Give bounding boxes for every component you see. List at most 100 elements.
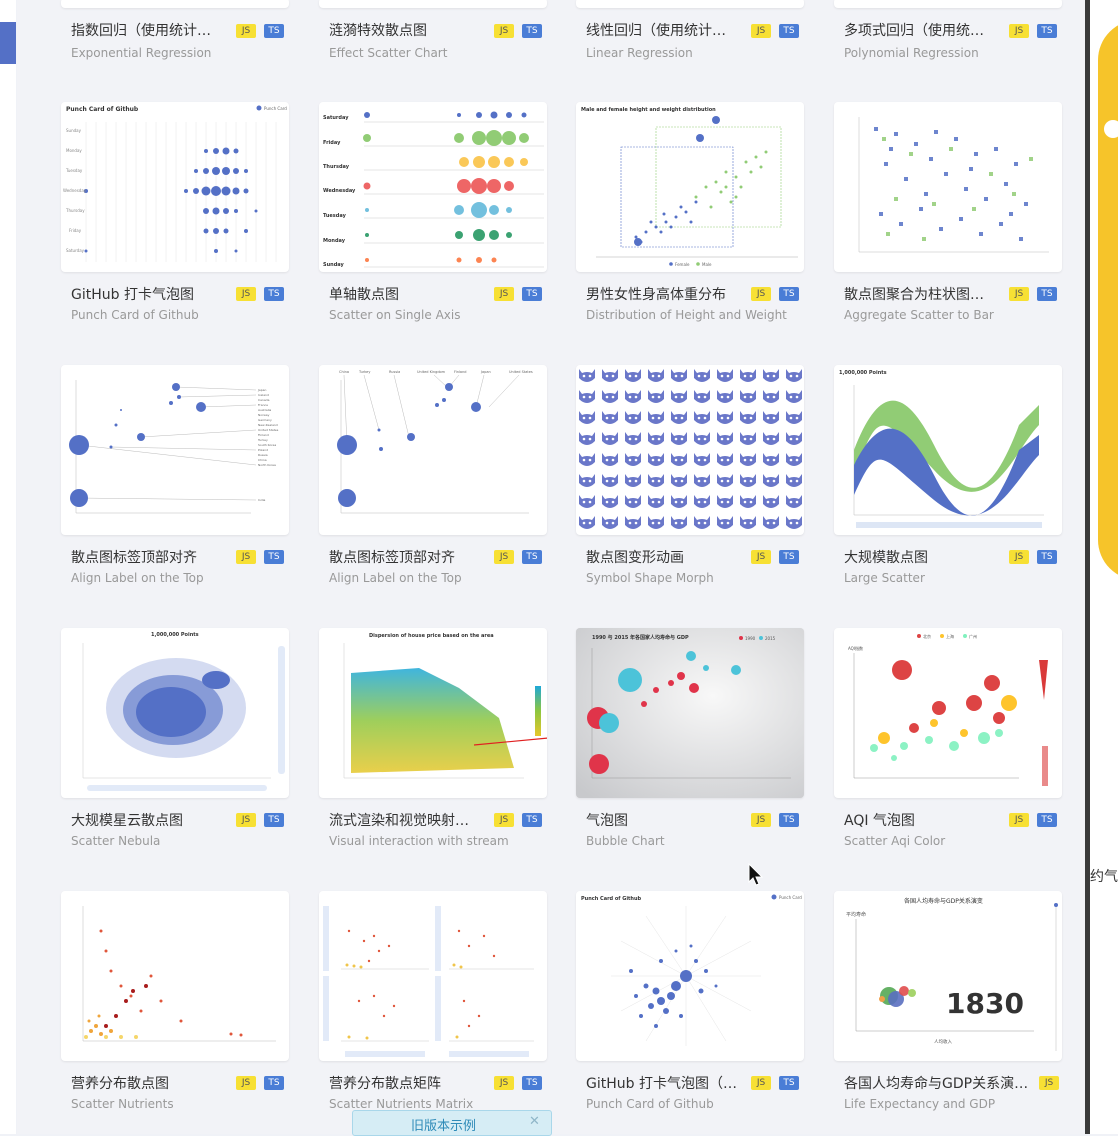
- old-version-label[interactable]: 旧版本示例: [411, 1115, 476, 1134]
- svg-text:Iceland: Iceland: [258, 393, 269, 397]
- js-badge[interactable]: JS: [1009, 813, 1029, 827]
- ts-badge[interactable]: TS: [264, 550, 284, 564]
- ts-badge[interactable]: TS: [264, 1076, 284, 1090]
- close-icon[interactable]: ✕: [529, 1114, 540, 1129]
- js-badge[interactable]: JS: [494, 287, 514, 301]
- example-title[interactable]: 线性回归（使用统计…: [586, 20, 746, 40]
- example-title[interactable]: 多项式回归（使用统…: [844, 20, 1004, 40]
- js-badge[interactable]: JS: [751, 813, 771, 827]
- ts-badge[interactable]: TS: [1037, 287, 1057, 301]
- example-subtitle: Punch Card of Github: [71, 308, 199, 322]
- nebula-thumbnail: 1,000,000 Points: [82, 632, 285, 791]
- ts-badge[interactable]: TS: [264, 813, 284, 827]
- example-thumbnail[interactable]: China Turkey Russia United Kingdom Finland Ja…: [319, 365, 547, 535]
- example-title[interactable]: 营养分布散点图: [71, 1073, 231, 1093]
- js-badge[interactable]: JS: [236, 1076, 256, 1090]
- example-subtitle: Linear Regression: [586, 46, 693, 60]
- js-badge[interactable]: JS: [236, 287, 256, 301]
- ts-badge[interactable]: TS: [264, 287, 284, 301]
- example-thumbnail[interactable]: [319, 891, 547, 1061]
- js-badge[interactable]: JS: [751, 287, 771, 301]
- svg-text:广州: 广州: [969, 633, 977, 639]
- thumb-title: Male and female height and weight distri…: [581, 107, 716, 113]
- example-title[interactable]: 气泡图: [586, 810, 746, 830]
- morph-symbol: [740, 390, 756, 403]
- js-badge[interactable]: JS: [751, 24, 771, 38]
- js-badge[interactable]: JS: [751, 550, 771, 564]
- example-thumbnail[interactable]: [319, 0, 547, 8]
- js-badge[interactable]: JS: [1009, 550, 1029, 564]
- ts-badge[interactable]: TS: [1037, 550, 1057, 564]
- svg-text:2015: 2015: [765, 636, 776, 641]
- example-thumbnail[interactable]: [834, 0, 1062, 8]
- example-title[interactable]: GitHub 打卡气泡图（…: [586, 1073, 746, 1093]
- js-badge[interactable]: JS: [1009, 287, 1029, 301]
- ts-badge[interactable]: TS: [522, 1076, 542, 1090]
- example-subtitle: Scatter Nutrients Matrix: [329, 1097, 474, 1111]
- example-title[interactable]: 散点图标签顶部对齐: [329, 547, 489, 567]
- example-title[interactable]: AQI 气泡图: [844, 810, 1004, 830]
- js-badge[interactable]: JS: [494, 813, 514, 827]
- example-title[interactable]: 涟漪特效散点图: [329, 20, 489, 40]
- ts-badge[interactable]: TS: [522, 24, 542, 38]
- example-title[interactable]: GitHub 打卡气泡图: [71, 284, 231, 304]
- example-thumbnail[interactable]: 1990 与 2015 年各国家人均寿命与 GDP 1990 2015: [576, 628, 804, 798]
- example-title[interactable]: 男性女性身高体重分布: [586, 284, 746, 304]
- ts-badge[interactable]: TS: [1037, 24, 1057, 38]
- example-title[interactable]: 散点图聚合为柱状图…: [844, 284, 1004, 304]
- example-thumbnail[interactable]: [834, 102, 1062, 272]
- example-thumbnail[interactable]: Japan Iceland Canada France Australia Norway G…: [61, 365, 289, 535]
- ts-badge[interactable]: TS: [1037, 813, 1057, 827]
- svg-text:North Korea: North Korea: [258, 463, 276, 467]
- example-title[interactable]: 营养分布散点矩阵: [329, 1073, 489, 1093]
- js-badge[interactable]: JS: [236, 550, 256, 564]
- ts-badge[interactable]: TS: [779, 287, 799, 301]
- js-badge[interactable]: JS: [1009, 24, 1029, 38]
- example-title[interactable]: 大规模散点图: [844, 547, 1004, 567]
- js-badge[interactable]: JS: [494, 1076, 514, 1090]
- morph-symbol: [740, 495, 756, 508]
- morph-symbol: [694, 390, 710, 403]
- example-thumbnail[interactable]: 各国人均寿命与GDP关系演变 平均寿命 人均收入 1830: [834, 891, 1062, 1061]
- morph-symbol: [671, 432, 687, 445]
- ts-badge[interactable]: TS: [264, 24, 284, 38]
- js-badge[interactable]: JS: [494, 24, 514, 38]
- ts-badge[interactable]: TS: [522, 813, 542, 827]
- svg-text:Saturday: Saturday: [66, 248, 85, 253]
- svg-text:Thursday: Thursday: [323, 164, 350, 170]
- ts-badge[interactable]: TS: [522, 550, 542, 564]
- example-thumbnail[interactable]: [61, 0, 289, 8]
- example-thumbnail[interactable]: 北京 上海 广州 AQI指数: [834, 628, 1062, 798]
- ts-badge[interactable]: TS: [522, 287, 542, 301]
- js-badge[interactable]: JS: [751, 1076, 771, 1090]
- old-version-banner[interactable]: 旧版本示例 ✕: [352, 1110, 552, 1136]
- example-title[interactable]: 散点图变形动画: [586, 547, 746, 567]
- js-badge[interactable]: JS: [494, 550, 514, 564]
- morph-symbol: [717, 411, 733, 424]
- js-badge[interactable]: JS: [236, 813, 256, 827]
- example-title[interactable]: 流式渲染和视觉映射…: [329, 810, 489, 830]
- example-title[interactable]: 指数回归（使用统计…: [71, 20, 231, 40]
- example-thumbnail[interactable]: [576, 0, 804, 8]
- js-badge[interactable]: JS: [236, 24, 256, 38]
- example-title[interactable]: 散点图标签顶部对齐: [71, 547, 231, 567]
- ts-badge[interactable]: TS: [779, 1076, 799, 1090]
- example-thumbnail[interactable]: Saturday Friday Thursday Wednesday Tuesday M…: [319, 102, 547, 272]
- ts-badge[interactable]: TS: [779, 550, 799, 564]
- example-thumbnail[interactable]: 1,000,000 Points: [61, 628, 289, 798]
- morph-symbol: [579, 390, 595, 403]
- js-badge[interactable]: JS: [1039, 1076, 1059, 1090]
- example-thumbnail[interactable]: 1,000,000 Points: [834, 365, 1062, 535]
- example-thumbnail[interactable]: Male and female height and weight distri…: [576, 102, 804, 272]
- example-thumbnail[interactable]: Punch Card of Github Punch Card: [576, 891, 804, 1061]
- ts-badge[interactable]: TS: [779, 24, 799, 38]
- ts-badge[interactable]: TS: [779, 813, 799, 827]
- example-thumbnail[interactable]: [61, 891, 289, 1061]
- example-title[interactable]: 大规模星云散点图: [71, 810, 231, 830]
- example-thumbnail[interactable]: Dispersion of house price based on the a…: [319, 628, 547, 798]
- example-thumbnail[interactable]: Punch Card of Github Punch Card: [61, 102, 289, 272]
- example-thumbnail[interactable]: [576, 365, 804, 535]
- height-weight-thumbnail: Male and female height and weight distri…: [581, 107, 798, 267]
- example-title[interactable]: 单轴散点图: [329, 284, 489, 304]
- example-title[interactable]: 各国人均寿命与GDP关系演…: [844, 1073, 1034, 1093]
